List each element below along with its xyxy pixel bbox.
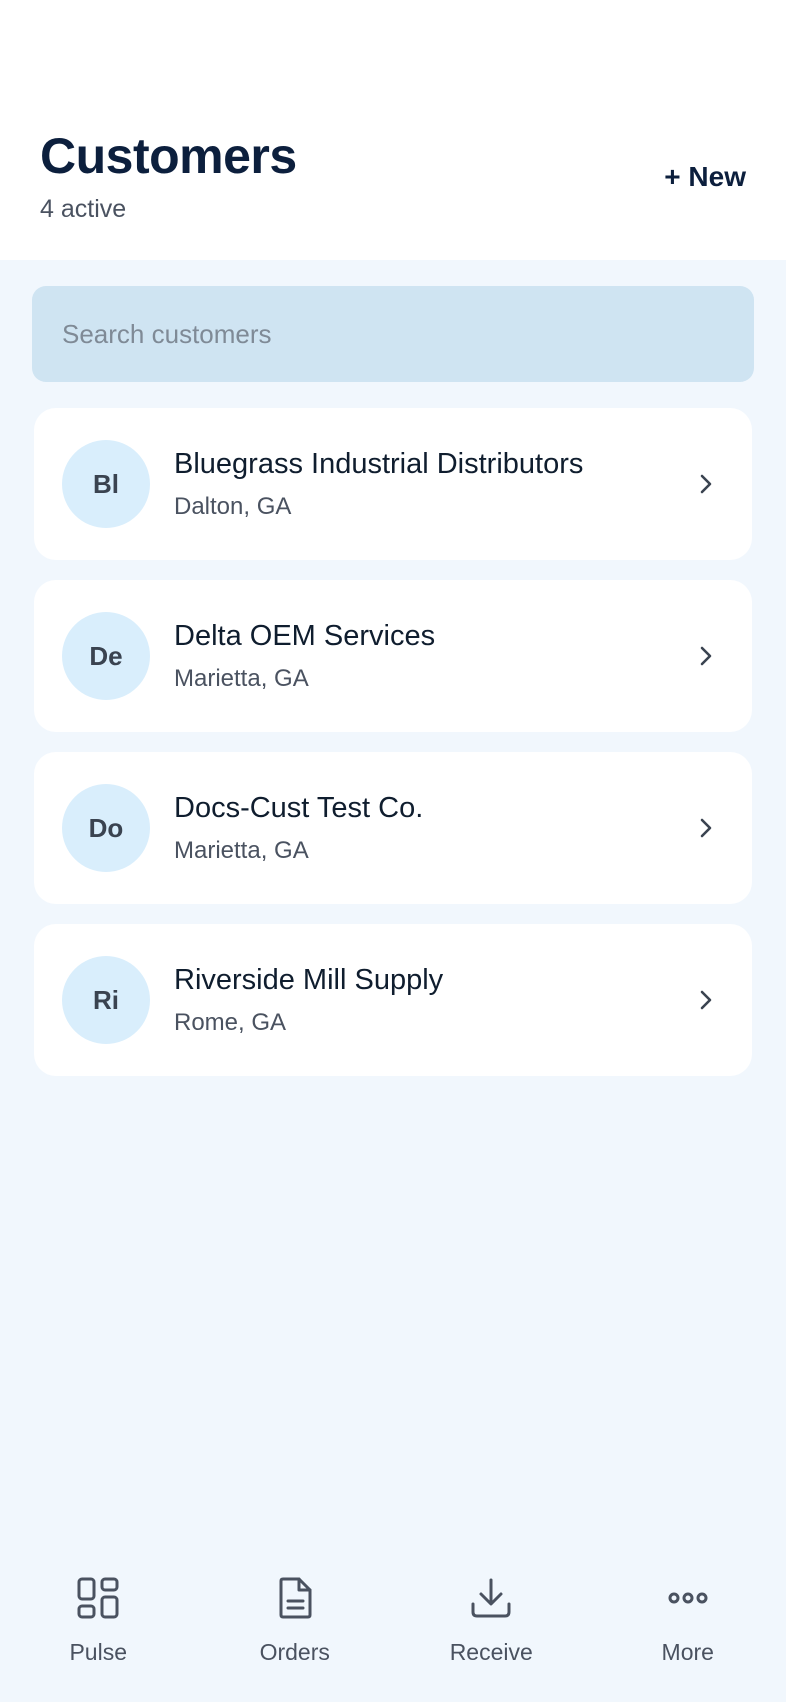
- search-bar: [32, 286, 754, 382]
- customer-card-bluegrass[interactable]: Bl Bluegrass Industrial Distributors Dal…: [34, 408, 752, 560]
- bottom-tab-bar: Pulse Orders Receive More: [0, 1552, 786, 1702]
- customer-location: Marietta, GA: [174, 665, 309, 692]
- chevron-right-icon: [686, 636, 726, 676]
- tab-label: Receive: [449, 1639, 533, 1665]
- chevron-right-icon: [686, 464, 726, 504]
- chevron-right-icon: [686, 808, 726, 848]
- download-icon: [467, 1574, 515, 1622]
- customer-list: Bl Bluegrass Industrial Distributors Dal…: [34, 408, 752, 1096]
- customer-location: Dalton, GA: [174, 493, 292, 520]
- avatar: Ri: [62, 956, 150, 1044]
- customer-name: Delta OEM Services: [174, 620, 436, 652]
- tab-label: More: [661, 1639, 714, 1665]
- search-input[interactable]: [32, 286, 754, 382]
- avatar: De: [62, 612, 150, 700]
- customer-name: Bluegrass Industrial Distributors: [174, 448, 584, 480]
- page-title: Customers: [40, 128, 297, 184]
- grid-icon: [74, 1574, 122, 1622]
- header: Customers 4 active + New: [0, 0, 786, 260]
- active-count: 4 active: [40, 195, 127, 223]
- tab-label: Pulse: [69, 1639, 128, 1665]
- customer-location: Rome, GA: [174, 1009, 287, 1036]
- customer-location: Marietta, GA: [174, 837, 309, 864]
- customer-card-delta[interactable]: De Delta OEM Services Marietta, GA: [34, 580, 752, 732]
- customer-name: Docs-Cust Test Co.: [174, 792, 424, 824]
- more-dots-icon: [664, 1574, 712, 1622]
- document-icon: [271, 1574, 319, 1622]
- tab-orders[interactable]: Orders: [197, 1552, 394, 1702]
- customer-card-docs-cust[interactable]: Do Docs-Cust Test Co. Marietta, GA: [34, 752, 752, 904]
- avatar: Bl: [62, 440, 150, 528]
- chevron-right-icon: [686, 980, 726, 1020]
- customer-card-riverside[interactable]: Ri Riverside Mill Supply Rome, GA: [34, 924, 752, 1076]
- avatar: Do: [62, 784, 150, 872]
- customer-name: Riverside Mill Supply: [174, 964, 444, 996]
- new-customer-button[interactable]: + New: [664, 157, 746, 197]
- tab-pulse[interactable]: Pulse: [0, 1552, 197, 1702]
- tab-receive[interactable]: Receive: [393, 1552, 590, 1702]
- tab-label: Orders: [259, 1639, 330, 1665]
- tab-more[interactable]: More: [590, 1552, 786, 1702]
